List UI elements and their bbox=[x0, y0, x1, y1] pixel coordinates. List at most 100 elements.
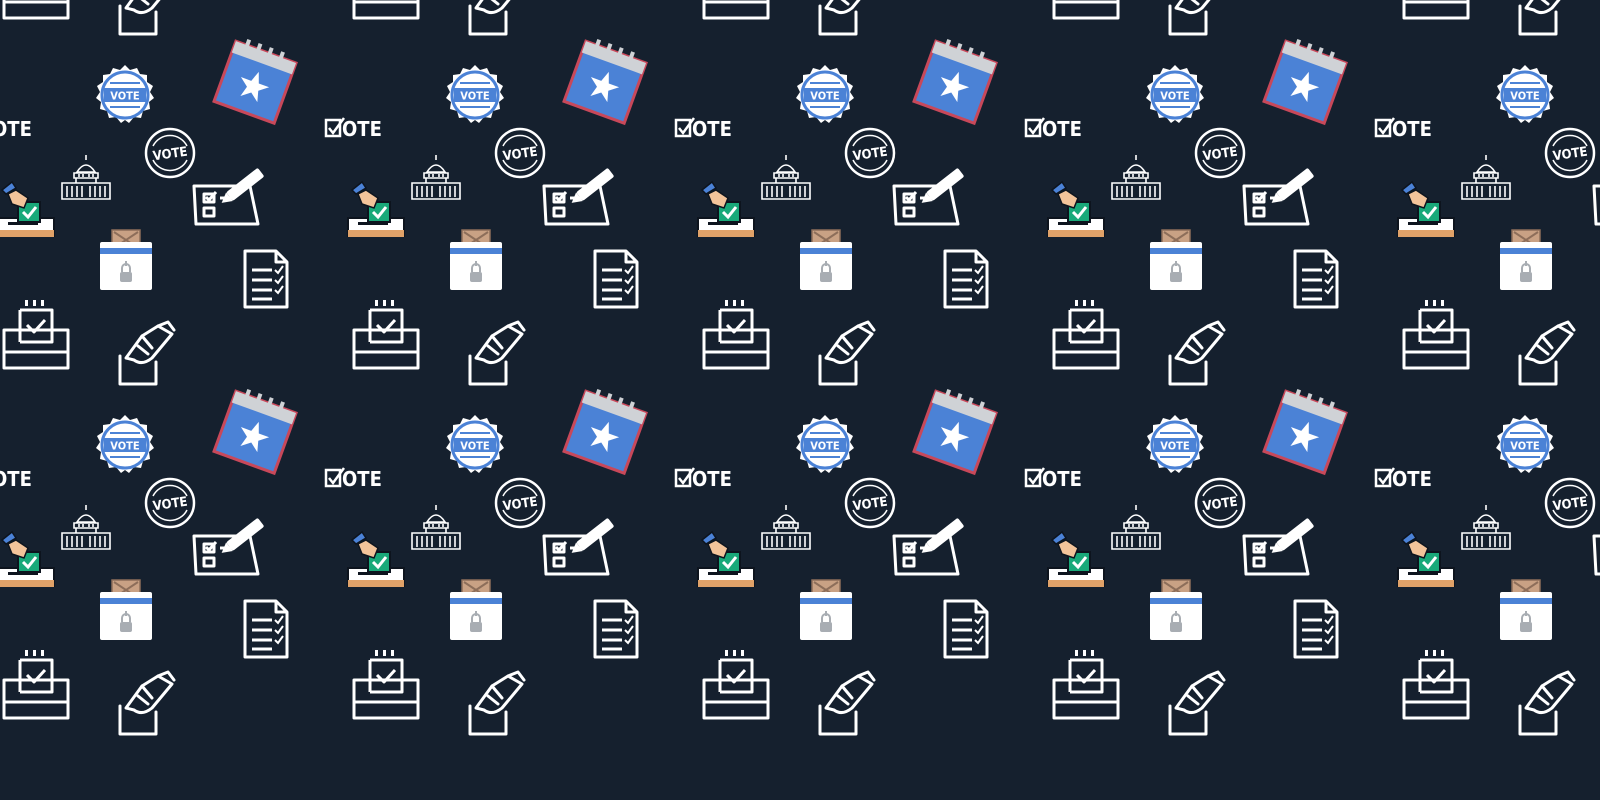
checkbox-vote-wordmark-icon: OTE bbox=[1374, 117, 1432, 141]
ballot-form-pen-icon bbox=[192, 168, 264, 226]
hand-casting-ballot-icon bbox=[0, 180, 55, 237]
svg-text:VOTE: VOTE bbox=[152, 495, 188, 515]
calendar-star-icon bbox=[212, 388, 298, 476]
vote-stamp-circle-icon: VOTE bbox=[144, 477, 196, 529]
svg-text:OTE: OTE bbox=[1392, 117, 1432, 141]
pattern-tile: VOTE OTE VOTE bbox=[350, 0, 700, 36]
pattern-tile: VOTE OTE VOTE bbox=[324, 8, 700, 386]
capitol-building-icon bbox=[1111, 155, 1161, 200]
svg-text:VOTE: VOTE bbox=[810, 440, 840, 453]
hand-casting-ballot-icon bbox=[0, 530, 55, 587]
calendar-star-icon bbox=[1262, 388, 1348, 476]
svg-text:VOTE: VOTE bbox=[502, 145, 538, 165]
svg-text:VOTE: VOTE bbox=[1510, 90, 1540, 103]
locked-ballot-box-icon bbox=[1500, 229, 1552, 290]
svg-text:VOTE: VOTE bbox=[852, 145, 888, 165]
svg-text:VOTE: VOTE bbox=[1552, 145, 1588, 165]
checkbox-vote-wordmark-icon: OTE bbox=[674, 117, 732, 141]
calendar-star-icon bbox=[912, 388, 998, 476]
capitol-building-icon bbox=[411, 155, 461, 200]
capitol-building-icon bbox=[1461, 155, 1511, 200]
svg-text:VOTE: VOTE bbox=[810, 90, 840, 103]
svg-text:VOTE: VOTE bbox=[1160, 90, 1190, 103]
vote-seal-badge-icon: VOTE bbox=[1146, 65, 1204, 123]
checkbox-vote-wordmark-icon: OTE bbox=[674, 467, 732, 491]
locked-ballot-box-icon bbox=[1500, 579, 1552, 640]
pattern-tile: VOTE OTE VOTE bbox=[1050, 0, 1400, 36]
checklist-document-icon bbox=[593, 599, 639, 659]
svg-text:VOTE: VOTE bbox=[1160, 440, 1190, 453]
pattern-tile: VOTE OTE VOTE bbox=[674, 8, 1050, 386]
locked-ballot-box-icon bbox=[100, 579, 152, 640]
capitol-building-icon bbox=[761, 155, 811, 200]
ballot-form-pen-icon bbox=[1242, 168, 1314, 226]
ballot-form-pen-icon bbox=[1592, 184, 1600, 226]
ballot-form-pen-icon bbox=[542, 168, 614, 226]
capitol-building-icon bbox=[61, 505, 111, 550]
hand-voting-icon bbox=[468, 670, 526, 736]
ballot-box-outline-icon bbox=[352, 650, 420, 720]
ballot-box-outline-icon bbox=[702, 650, 770, 720]
calendar-star-icon bbox=[212, 38, 298, 126]
vote-seal-badge-icon: VOTE bbox=[96, 415, 154, 473]
checklist-document-icon bbox=[593, 249, 639, 309]
svg-text:VOTE: VOTE bbox=[460, 440, 490, 453]
pattern-tile: VOTE OTE VOTE bbox=[0, 8, 350, 386]
locked-ballot-box-icon bbox=[800, 229, 852, 290]
ballot-box-outline-icon bbox=[1052, 650, 1120, 720]
vote-seal-badge-icon: VOTE bbox=[446, 415, 504, 473]
vote-stamp-circle-icon: VOTE bbox=[1194, 127, 1246, 179]
ballot-form-pen-icon bbox=[892, 518, 964, 576]
svg-text:VOTE: VOTE bbox=[460, 90, 490, 103]
svg-text:OTE: OTE bbox=[342, 117, 382, 141]
locked-ballot-box-icon bbox=[100, 229, 152, 290]
capitol-building-icon bbox=[61, 155, 111, 200]
calendar-star-icon bbox=[1262, 38, 1348, 126]
checkbox-vote-wordmark-icon: OTE bbox=[1024, 467, 1082, 491]
ballot-form-pen-icon bbox=[1592, 534, 1600, 576]
checkbox-vote-wordmark-icon: OTE bbox=[1374, 467, 1432, 491]
svg-text:VOTE: VOTE bbox=[110, 90, 140, 103]
svg-text:OTE: OTE bbox=[0, 117, 32, 141]
pattern-tile: VOTE OTE VOTE bbox=[700, 0, 1050, 36]
vote-stamp-circle-icon: VOTE bbox=[844, 127, 896, 179]
calendar-star-icon bbox=[562, 38, 648, 126]
capitol-building-icon bbox=[1461, 505, 1511, 550]
pattern-tile: VOTE OTE VOTE bbox=[1400, 0, 1600, 36]
svg-text:VOTE: VOTE bbox=[1552, 495, 1588, 515]
hand-casting-ballot-icon bbox=[1047, 180, 1105, 237]
calendar-star-icon bbox=[562, 388, 648, 476]
svg-text:VOTE: VOTE bbox=[502, 495, 538, 515]
hand-casting-ballot-icon bbox=[1397, 180, 1455, 237]
vote-seal-badge-icon: VOTE bbox=[96, 65, 154, 123]
svg-text:VOTE: VOTE bbox=[152, 145, 188, 165]
checkbox-vote-wordmark-icon: OTE bbox=[0, 117, 32, 141]
vote-seal-badge-icon: VOTE bbox=[1146, 415, 1204, 473]
hand-casting-ballot-icon bbox=[1047, 530, 1105, 587]
calendar-star-icon bbox=[912, 38, 998, 126]
ballot-box-outline-icon bbox=[2, 650, 70, 720]
checkbox-vote-wordmark-icon: OTE bbox=[324, 467, 382, 491]
pattern-tile: VOTE OTE VOTE bbox=[0, 358, 350, 736]
capitol-building-icon bbox=[761, 505, 811, 550]
vote-stamp-circle-icon: VOTE bbox=[1194, 477, 1246, 529]
locked-ballot-box-icon bbox=[450, 579, 502, 640]
vote-stamp-circle-icon: VOTE bbox=[494, 477, 546, 529]
hand-voting-icon bbox=[1518, 670, 1576, 736]
pattern-tile: VOTE OTE VOTE bbox=[1024, 8, 1400, 386]
capitol-building-icon bbox=[1111, 505, 1161, 550]
ballot-box-outline-icon bbox=[1402, 650, 1470, 720]
svg-text:OTE: OTE bbox=[692, 467, 732, 491]
hand-casting-ballot-icon bbox=[347, 180, 405, 237]
checklist-document-icon bbox=[243, 249, 289, 309]
locked-ballot-box-icon bbox=[1150, 229, 1202, 290]
svg-text:VOTE: VOTE bbox=[110, 440, 140, 453]
svg-text:VOTE: VOTE bbox=[1510, 440, 1540, 453]
election-icon-pattern: VOTE OTE VOTE bbox=[0, 0, 1600, 800]
vote-seal-badge-icon: VOTE bbox=[796, 65, 854, 123]
checkbox-vote-wordmark-icon: OTE bbox=[1024, 117, 1082, 141]
pattern-tile: VOTE OTE VOTE bbox=[0, 0, 350, 36]
vote-seal-badge-icon: VOTE bbox=[446, 65, 504, 123]
hand-voting-icon bbox=[118, 670, 176, 736]
checklist-document-icon bbox=[943, 249, 989, 309]
